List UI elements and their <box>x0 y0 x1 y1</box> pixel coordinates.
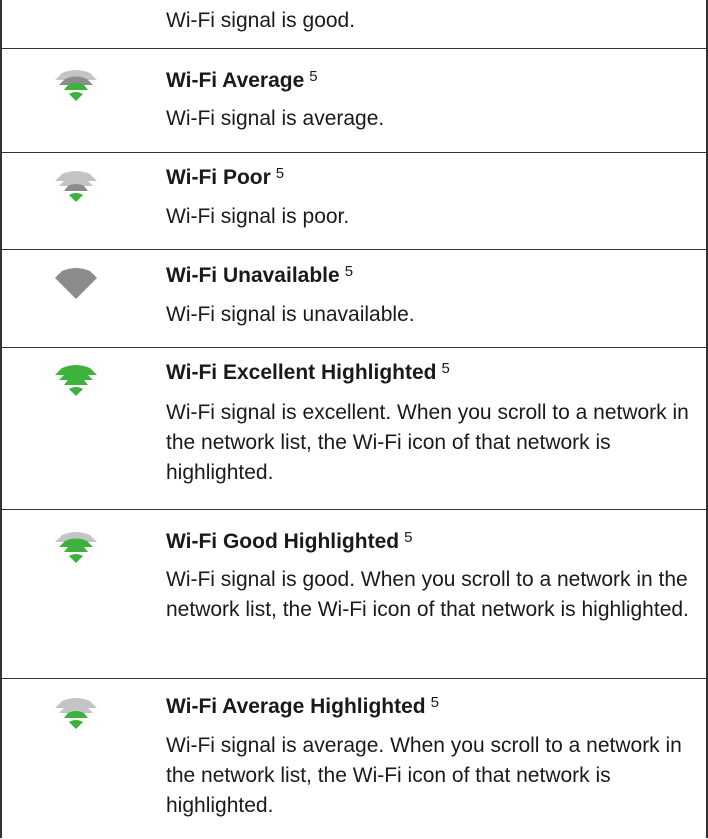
table-row: Wi-Fi Average 5 Wi-Fi signal is average. <box>2 48 706 153</box>
table-row: Wi-Fi Excellent Highlighted 5 Wi-Fi signa… <box>2 347 706 510</box>
row-description: Wi-Fi signal is good. When you scroll to… <box>166 568 689 621</box>
row-title: Wi-Fi Average Highlighted 5 <box>166 691 439 719</box>
row-title: Wi-Fi Unavailable 5 <box>166 260 353 288</box>
row-description: Wi-Fi signal is average. <box>166 107 385 130</box>
wifi-average-icon <box>52 68 100 104</box>
row-title-text: Wi-Fi Poor <box>166 166 271 189</box>
wifi-excellent-highlighted-icon <box>52 363 100 399</box>
row-title-text: Wi-Fi Average <box>166 69 305 92</box>
row-description: Wi-Fi signal is good. <box>166 9 356 32</box>
row-description: Wi-Fi signal is unavailable. <box>166 303 415 326</box>
footnote-marker: 5 <box>344 263 354 280</box>
footnote-marker: 5 <box>309 68 318 85</box>
row-title-text: Wi-Fi Unavailable <box>166 264 340 287</box>
table-row: Wi-Fi Good Highlighted 5 Wi-Fi signal is … <box>2 509 706 679</box>
footnote-marker: 5 <box>275 165 285 182</box>
row-title: Wi-Fi Excellent Highlighted 5 <box>166 357 450 385</box>
row-description: Wi-Fi signal is average. When you scroll… <box>166 734 682 817</box>
row-title-text: Wi-Fi Average Highlighted <box>166 695 426 718</box>
row-title-text: Wi-Fi Excellent Highlighted <box>166 361 437 384</box>
footnote-marker: 5 <box>441 360 450 377</box>
table-row: Wi-Fi Average Highlighted 5 Wi-Fi signal … <box>2 678 706 839</box>
wifi-average-highlighted-icon <box>52 696 100 732</box>
footnote-marker: 5 <box>430 694 439 711</box>
row-description: Wi-Fi signal is poor. <box>166 205 350 228</box>
wifi-icon-table: Wi-Fi signal is good. Wi-Fi Average 5 Wi-… <box>0 0 708 838</box>
row-title-text: Wi-Fi Good Highlighted <box>166 530 400 553</box>
table-row: Wi-Fi signal is good. <box>2 0 706 48</box>
row-title: Wi-Fi Good Highlighted 5 <box>166 526 412 554</box>
row-title: Wi-Fi Poor 5 <box>166 162 284 190</box>
row-description: Wi-Fi signal is excellent. When you scro… <box>166 401 689 484</box>
table-row: Wi-Fi Unavailable 5 Wi-Fi signal is unava… <box>2 249 706 348</box>
table-row: Wi-Fi Poor 5 Wi-Fi signal is poor. <box>2 152 706 250</box>
footnote-marker: 5 <box>404 529 413 546</box>
wifi-good-highlighted-icon <box>52 530 100 566</box>
wifi-poor-icon <box>52 169 100 205</box>
row-title: Wi-Fi Average 5 <box>166 65 318 93</box>
wifi-unavailable-icon <box>52 266 100 302</box>
